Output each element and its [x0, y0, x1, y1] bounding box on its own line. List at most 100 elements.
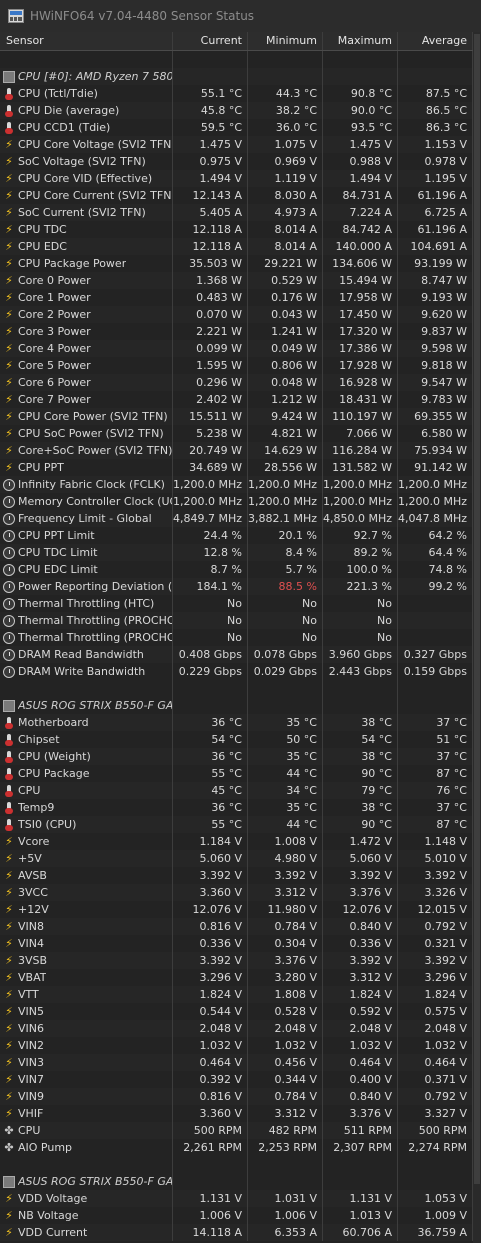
sensor-name-cell[interactable]: ⚡ VIN8 — [0, 918, 173, 935]
sensor-row[interactable]: ⚡ Core 1 Power 0.483 W 0.176 W 17.958 W 9.193… — [0, 289, 473, 306]
sensor-name-cell[interactable]: ⚡ Core 0 Power — [0, 272, 173, 289]
sensor-name-cell[interactable]: ⚡ VIN9 — [0, 1088, 173, 1105]
vertical-scrollbar[interactable] — [473, 32, 481, 1243]
sensor-name-cell[interactable]: ⚡ SoC Voltage (SVI2 TFN) — [0, 153, 173, 170]
sensor-name-cell[interactable]: ⚡ +5V — [0, 850, 173, 867]
sensor-name-cell[interactable]: ⚡ CPU SoC Power (SVI2 TFN) — [0, 425, 173, 442]
sensor-name-cell[interactable]: ⚡ CPU PPT — [0, 459, 173, 476]
sensor-row[interactable]: ⚡ Core 6 Power 0.296 W 0.048 W 16.928 W 9.547… — [0, 374, 473, 391]
sensor-row[interactable]: ⚡ Core 5 Power 1.595 W 0.806 W 17.928 W 9.818… — [0, 357, 473, 374]
sensor-name-cell[interactable]: ⚡ 3VSB — [0, 952, 173, 969]
sensor-name-cell[interactable]: ⚡ AVSB — [0, 867, 173, 884]
sensor-name-cell[interactable]: ✤ CPU — [0, 1122, 173, 1139]
sensor-row[interactable]: ⚡ VTT 1.824 V 1.808 V 1.824 V 1.824 V — [0, 986, 473, 1003]
sensor-row[interactable]: ⚡ Core+SoC Power (SVI2 TFN) 20.749 W 14.629… — [0, 442, 473, 459]
sensor-row[interactable]: Thermal Throttling (PROCHO... No No No — [0, 629, 473, 646]
sensor-row[interactable]: ⚡ VBAT 3.296 V 3.280 V 3.312 V 3.296 V — [0, 969, 473, 986]
sensor-name-cell[interactable]: ⚡ Core 7 Power — [0, 391, 173, 408]
sensor-name-cell[interactable]: ⚡ Core+SoC Power (SVI2 TFN) — [0, 442, 173, 459]
sensor-row[interactable]: ⚡ NB Voltage 1.006 V 1.006 V 1.013 V 1.009 V — [0, 1207, 473, 1224]
sensor-name-cell[interactable]: ⚡ VHIF — [0, 1105, 173, 1122]
group-name-cell[interactable]: CPU [#0]: AMD Ryzen 7 580... — [0, 68, 173, 85]
sensor-name-cell[interactable]: Power Reporting Deviation (... — [0, 578, 173, 595]
sensor-name-cell[interactable]: CPU (Tctl/Tdie) — [0, 85, 173, 102]
sensor-row[interactable]: ⚡ CPU Core VID (Effective) 1.494 V 1.119 V1… — [0, 170, 473, 187]
column-header-average[interactable]: Average — [398, 32, 473, 50]
sensor-row[interactable]: ⚡ +12V 12.076 V 11.980 V 12.076 V 12.015 V — [0, 901, 473, 918]
sensor-row[interactable]: ⚡ Core 0 Power 1.368 W 0.529 W 15.494 W 8.747… — [0, 272, 473, 289]
column-header-current[interactable]: Current — [173, 32, 248, 50]
sensor-row[interactable]: ⚡ Core 2 Power 0.070 W 0.043 W 17.450 W 9.620… — [0, 306, 473, 323]
sensor-name-cell[interactable]: ⚡ Core 4 Power — [0, 340, 173, 357]
sensor-name-cell[interactable]: ⚡ CPU Core VID (Effective) — [0, 170, 173, 187]
sensor-name-cell[interactable]: ⚡ VIN2 — [0, 1037, 173, 1054]
sensor-row[interactable]: ⚡ SoC Current (SVI2 TFN) 5.405 A 4.973 A 7.2… — [0, 204, 473, 221]
sensor-row[interactable]: ⚡ VIN5 0.544 V 0.528 V 0.592 V 0.575 V — [0, 1003, 473, 1020]
sensor-name-cell[interactable]: Memory Controller Clock (UC... — [0, 493, 173, 510]
sensor-row[interactable]: Temp9 36 °C 35 °C 38 °C 37 °C — [0, 799, 473, 816]
sensor-row[interactable]: DRAM Read Bandwidth 0.408 Gbps 0.078 Gbps 3… — [0, 646, 473, 663]
sensor-name-cell[interactable]: Frequency Limit - Global — [0, 510, 173, 527]
sensor-row[interactable]: ⚡ VIN6 2.048 V 2.048 V 2.048 V 2.048 V — [0, 1020, 473, 1037]
sensor-name-cell[interactable]: CPU Package — [0, 765, 173, 782]
sensor-name-cell[interactable]: CPU — [0, 782, 173, 799]
sensor-name-cell[interactable]: ⚡ SoC Current (SVI2 TFN) — [0, 204, 173, 221]
sensor-name-cell[interactable]: CPU PPT Limit — [0, 527, 173, 544]
sensor-row[interactable]: ⚡ VDD Current 14.118 A 6.353 A 60.706 A 36.75… — [0, 1224, 473, 1241]
sensor-row[interactable]: ✤ CPU 500 RPM 482 RPM 511 RPM 500 RPM — [0, 1122, 473, 1139]
sensor-name-cell[interactable]: ⚡ VDD Voltage — [0, 1190, 173, 1207]
column-header-minimum[interactable]: Minimum — [248, 32, 323, 50]
sensor-name-cell[interactable]: ⚡ +12V — [0, 901, 173, 918]
sensor-row[interactable]: ⚡ CPU Package Power 35.503 W 29.221 W 134.60… — [0, 255, 473, 272]
sensor-row[interactable]: CPU Die (average) 45.8 °C 38.2 °C 90.0 °C 86… — [0, 102, 473, 119]
sensor-row[interactable]: Thermal Throttling (PROCHO... No No No — [0, 612, 473, 629]
scrollbar-thumb[interactable] — [474, 34, 480, 1184]
sensor-group-row[interactable]: CPU [#0]: AMD Ryzen 7 580... — [0, 68, 473, 85]
group-name-cell[interactable]: ASUS ROG STRIX B550-F GA... — [0, 1173, 173, 1190]
sensor-name-cell[interactable]: ⚡ CPU Core Current (SVI2 TFN) — [0, 187, 173, 204]
sensor-row[interactable]: Chipset 54 °C 50 °C 54 °C 51 °C — [0, 731, 473, 748]
sensor-row[interactable]: ⚡ Core 3 Power 2.221 W 1.241 W 17.320 W 9.837… — [0, 323, 473, 340]
sensor-row[interactable]: ⚡ CPU Core Power (SVI2 TFN) 15.511 W 9.424 … — [0, 408, 473, 425]
sensor-name-cell[interactable]: ⚡ CPU EDC — [0, 238, 173, 255]
sensor-row[interactable]: Thermal Throttling (HTC) No No No — [0, 595, 473, 612]
sensor-name-cell[interactable]: DRAM Write Bandwidth — [0, 663, 173, 680]
sensor-row[interactable]: ⚡ VHIF 3.360 V 3.312 V 3.376 V 3.327 V — [0, 1105, 473, 1122]
sensor-row[interactable]: ⚡ CPU EDC 12.118 A 8.014 A 140.000 A 104.691 … — [0, 238, 473, 255]
sensor-name-cell[interactable]: ✤ AIO Pump — [0, 1139, 173, 1156]
sensor-group-row[interactable]: ASUS ROG STRIX B550-F GA... — [0, 1173, 473, 1190]
sensor-row[interactable]: CPU TDC Limit 12.8 % 8.4 % 89.2 % 64.4 % — [0, 544, 473, 561]
sensor-name-cell[interactable]: ⚡ VBAT — [0, 969, 173, 986]
sensor-name-cell[interactable]: CPU CCD1 (Tdie) — [0, 119, 173, 136]
sensor-row[interactable]: ⚡ 3VSB 3.392 V 3.376 V 3.392 V 3.392 V — [0, 952, 473, 969]
sensor-row[interactable]: Memory Controller Clock (UC... 1,200.0 MH… — [0, 493, 473, 510]
sensor-row[interactable]: TSI0 (CPU) 55 °C 44 °C 90 °C 87 °C — [0, 816, 473, 833]
sensor-group-row[interactable]: ASUS ROG STRIX B550-F GA... — [0, 697, 473, 714]
sensor-row[interactable]: ⚡ Vcore 1.184 V 1.008 V 1.472 V 1.148 V — [0, 833, 473, 850]
sensor-row[interactable]: ⚡ CPU Core Voltage (SVI2 TFN) 1.475 V 1.075… — [0, 136, 473, 153]
sensor-name-cell[interactable]: ⚡ VDD Current — [0, 1224, 173, 1241]
sensor-name-cell[interactable]: ⚡ VIN7 — [0, 1071, 173, 1088]
sensor-row[interactable]: CPU (Tctl/Tdie) 55.1 °C 44.3 °C 90.8 °C 87.5… — [0, 85, 473, 102]
sensor-name-cell[interactable]: ⚡ CPU Core Voltage (SVI2 TFN) — [0, 136, 173, 153]
sensor-name-cell[interactable]: CPU (Weight) — [0, 748, 173, 765]
sensor-name-cell[interactable]: Infinity Fabric Clock (FCLK) — [0, 476, 173, 493]
sensor-name-cell[interactable]: Motherboard — [0, 714, 173, 731]
sensor-name-cell[interactable]: ⚡ CPU Package Power — [0, 255, 173, 272]
sensor-name-cell[interactable]: ⚡ VTT — [0, 986, 173, 1003]
sensor-row[interactable]: Motherboard 36 °C 35 °C 38 °C 37 °C — [0, 714, 473, 731]
sensor-name-cell[interactable]: ⚡ CPU TDC — [0, 221, 173, 238]
sensor-name-cell[interactable]: ⚡ Vcore — [0, 833, 173, 850]
sensor-name-cell[interactable]: ⚡ Core 1 Power — [0, 289, 173, 306]
sensor-row[interactable]: Power Reporting Deviation (... 184.1 % 88.… — [0, 578, 473, 595]
sensor-row[interactable]: ⚡ Core 7 Power 2.402 W 1.212 W 18.431 W 9.783… — [0, 391, 473, 408]
sensor-row[interactable]: CPU 45 °C 34 °C 79 °C 76 °C — [0, 782, 473, 799]
sensor-row[interactable]: ⚡ VIN7 0.392 V 0.344 V 0.400 V 0.371 V — [0, 1071, 473, 1088]
sensor-row[interactable]: CPU Package 55 °C 44 °C 90 °C 87 °C — [0, 765, 473, 782]
sensor-name-cell[interactable]: Thermal Throttling (PROCHO... — [0, 612, 173, 629]
sensor-row[interactable]: DRAM Write Bandwidth 0.229 Gbps 0.029 Gbps… — [0, 663, 473, 680]
sensor-name-cell[interactable]: Temp9 — [0, 799, 173, 816]
sensor-name-cell[interactable]: Thermal Throttling (HTC) — [0, 595, 173, 612]
sensor-name-cell[interactable]: TSI0 (CPU) — [0, 816, 173, 833]
sensor-name-cell[interactable]: ⚡ VIN5 — [0, 1003, 173, 1020]
